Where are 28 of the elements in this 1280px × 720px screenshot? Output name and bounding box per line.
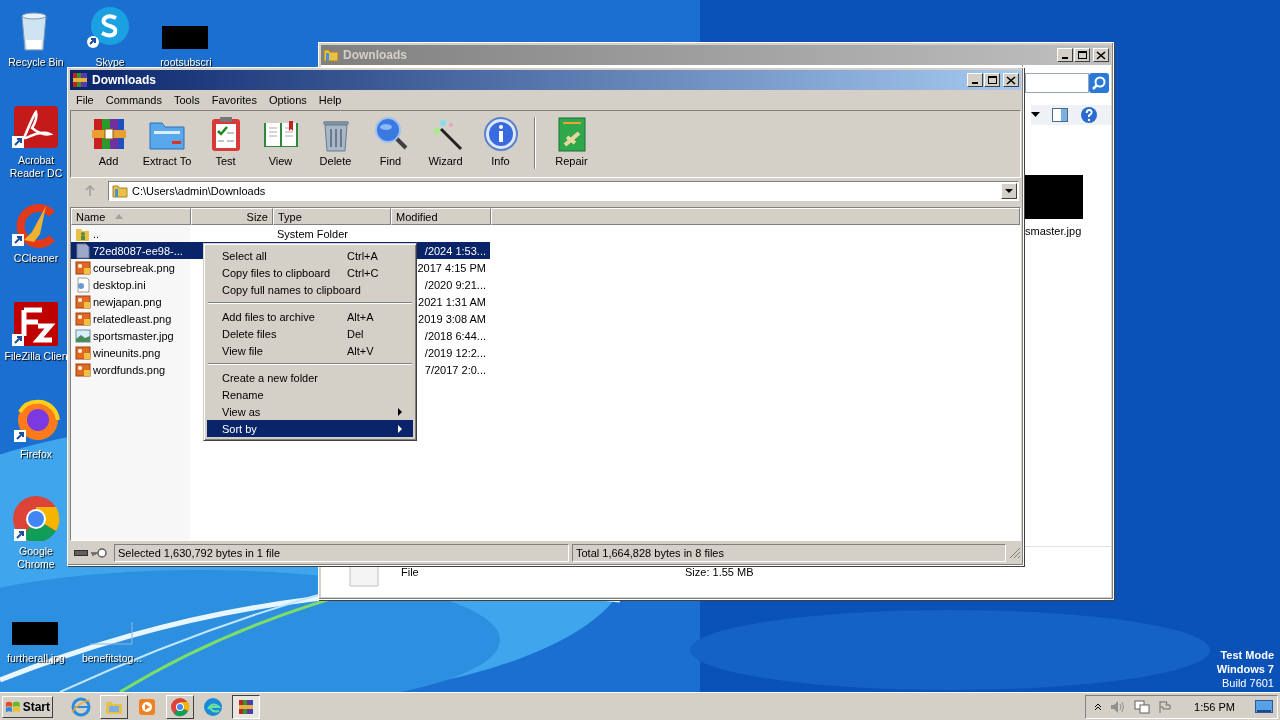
os-notice-text: Build 7601 bbox=[1222, 676, 1274, 690]
file-name: wordfunds.png bbox=[93, 363, 166, 376]
file-date: 2021 1:31 AM bbox=[417, 295, 487, 308]
file-date: 7/2017 2:0... bbox=[423, 363, 487, 376]
file-date: /2019 12:2... bbox=[423, 346, 487, 359]
file-name: sportsmaster.jpg bbox=[93, 329, 174, 342]
file-date: /2020 9:21... bbox=[423, 278, 487, 291]
file-name: desktop.ini bbox=[93, 278, 146, 291]
window-title: Downloads bbox=[92, 73, 157, 87]
status-text: Selected 1,630,792 bytes in 1 file bbox=[114, 544, 569, 562]
file-name: .. bbox=[93, 227, 100, 240]
file-date: 2017 4:15 PM bbox=[416, 261, 487, 274]
file-name: relatedleast.png bbox=[93, 312, 172, 325]
file-date: 2019 3:08 AM bbox=[417, 312, 487, 325]
file-name: wineunits.png bbox=[93, 346, 161, 359]
file-type-text: File bbox=[401, 566, 420, 578]
file-size-text: Size: 1.55 MB bbox=[685, 566, 754, 578]
os-notice-text: Test Mode bbox=[1220, 648, 1274, 662]
file-name: coursebreak.png bbox=[93, 261, 175, 274]
window-title: Downloads bbox=[343, 48, 408, 62]
file-date: /2018 6:44... bbox=[423, 329, 487, 342]
os-notice-text: Windows 7 bbox=[1216, 662, 1274, 676]
file-date: /2024 1:53... bbox=[423, 244, 487, 257]
file-name: newjapan.png bbox=[93, 295, 162, 308]
file-name: 72ed8087-ee98-... bbox=[93, 244, 183, 257]
clock-time: 1:56 PM bbox=[1194, 700, 1235, 713]
file-type: System Folder bbox=[276, 227, 349, 240]
status-text: Total 1,664,828 bytes in 8 files bbox=[572, 544, 1006, 562]
